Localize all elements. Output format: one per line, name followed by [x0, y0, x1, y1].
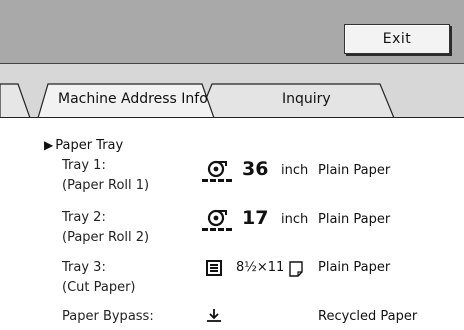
- section-title: ▶ Paper Tray: [44, 137, 123, 154]
- tray2-name: Tray 2:: [62, 210, 106, 225]
- tray2-paper-type: Plain Paper: [318, 212, 391, 227]
- cut-paper-stack-icon: [206, 260, 222, 276]
- tray1-size-unit: inch: [281, 163, 309, 178]
- bypass-name: Paper Bypass:: [62, 309, 154, 324]
- paper-roll-icon: [202, 209, 232, 231]
- tray1-paper-type: Plain Paper: [318, 163, 391, 178]
- tray2-size-unit: inch: [281, 212, 309, 227]
- tray2-size-value: 17: [242, 207, 269, 229]
- tray2-sub: (Paper Roll 2): [62, 230, 150, 245]
- tray3-name: Tray 3:: [62, 260, 106, 275]
- exit-button[interactable]: Exit: [344, 24, 450, 54]
- paper-roll-icon: [202, 160, 232, 182]
- portrait-sheet-icon: [289, 261, 303, 277]
- tab-inquiry-label: Inquiry: [282, 91, 331, 107]
- tab-previous-partial[interactable]: [0, 83, 31, 118]
- tray1-size-value: 36: [242, 158, 269, 180]
- tray3-sub: (Cut Paper): [62, 280, 136, 295]
- bypass-paper-type: Recycled Paper: [318, 309, 418, 324]
- tab-machine-address-info-label: Machine Address Info: [58, 91, 208, 107]
- section-title-text: Paper Tray: [55, 138, 124, 153]
- tray1-name: Tray 1:: [62, 158, 106, 173]
- tray1-sub: (Paper Roll 1): [62, 178, 150, 193]
- tray3-paper-type: Plain Paper: [318, 260, 391, 275]
- section-arrow-icon: ▶: [44, 138, 54, 152]
- tray3-size: 8½×11: [236, 260, 285, 275]
- bypass-tray-icon: [207, 309, 221, 322]
